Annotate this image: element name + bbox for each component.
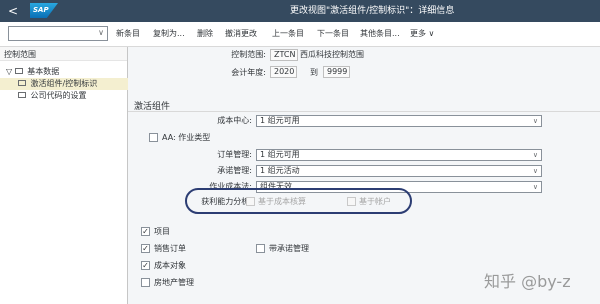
more-menu-button[interactable]: 更多 ∨ [410, 28, 434, 39]
profitability-analysis-label: 获利能力分析: [201, 197, 252, 206]
fiscal-year-label: 会计年度: [231, 68, 266, 77]
check-icon: ✓ [142, 261, 149, 270]
project-checkbox[interactable]: ✓ [141, 227, 150, 236]
delete-button[interactable]: 删除 [197, 28, 213, 39]
chevron-down-icon: ∨ [532, 167, 538, 175]
order-management-value: 1 组元可用 [260, 150, 300, 159]
check-icon: ✓ [142, 244, 149, 253]
cost-center-label: 成本中心: [217, 116, 252, 125]
tree-item-label: 公司代码的设置 [30, 91, 87, 100]
tree-item-label: 基本数据 [27, 67, 60, 76]
project-label: 项目 [154, 227, 170, 236]
controlling-area-field[interactable]: ZTCN [270, 49, 298, 61]
title-bar: < SAP 更改视图"激活组件/控制标识"：详细信息 [0, 0, 600, 22]
order-management-label: 订单管理: [217, 150, 252, 159]
tree-item-label: 激活组件/控制标识 [30, 79, 98, 88]
sales-order-label: 销售订单 [154, 244, 186, 253]
aa-activity-type-checkbox[interactable] [149, 133, 158, 142]
next-entry-button[interactable]: 下一条目 [317, 28, 349, 39]
watermark: 知乎 @by-z [484, 272, 571, 291]
section-divider [128, 111, 600, 112]
copy-as-button[interactable]: 复制为... [153, 28, 185, 39]
commitment-management-value: 1 组元活动 [260, 166, 300, 175]
controlling-area-text: 西瓜科技控制范围 [300, 50, 364, 59]
sap-logo: SAP [30, 3, 58, 18]
command-field[interactable]: ∨ [8, 26, 108, 41]
chevron-down-icon[interactable]: ∨ [98, 28, 104, 37]
with-commitment-mgmt-checkbox[interactable] [256, 244, 265, 253]
check-icon: ✓ [142, 227, 149, 236]
cost-center-dropdown[interactable]: 1 组元可用 ∨ [256, 115, 542, 127]
detail-panel: 控制范围: ZTCN 西瓜科技控制范围 会计年度: 2020 到 9999 激活… [128, 47, 600, 304]
cost-center-value: 1 组元可用 [260, 116, 300, 125]
window-title: 更改视图"激活组件/控制标识"：详细信息 [290, 6, 455, 16]
sales-order-checkbox[interactable]: ✓ [141, 244, 150, 253]
tree-item-basic-data[interactable]: ▽ 基本数据 [0, 66, 128, 78]
back-icon[interactable]: < [8, 3, 18, 19]
with-commitment-mgmt-label: 带承诺管理 [269, 244, 309, 253]
cost-object-checkbox[interactable]: ✓ [141, 261, 150, 270]
tree-header: 控制范围 [0, 47, 127, 61]
real-estate-mgmt-checkbox[interactable] [141, 278, 150, 287]
real-estate-mgmt-label: 房地产管理 [154, 278, 194, 287]
folder-icon [14, 67, 23, 74]
folder-icon [18, 79, 26, 86]
controlling-area-label: 控制范围: [231, 50, 266, 59]
costing-based-label: 基于成本核算 [258, 197, 306, 206]
order-management-dropdown[interactable]: 1 组元可用 ∨ [256, 149, 542, 161]
chevron-down-icon: ∨ [532, 183, 538, 191]
toolbar: ∨ 新条目 复制为... 删除 撤消更改 上一条目 下一条目 其他条目... 更… [0, 22, 600, 47]
fiscal-year-to-field[interactable]: 9999 [323, 66, 350, 78]
commitment-management-dropdown[interactable]: 1 组元活动 ∨ [256, 165, 542, 177]
navigation-tree: 控制范围 ▽ 基本数据 激活组件/控制标识 公司代码的设置 [0, 47, 128, 304]
aa-activity-type-label: AA: 作业类型 [162, 133, 211, 142]
cost-object-label: 成本对象 [154, 261, 186, 270]
expand-icon[interactable]: ▽ [6, 67, 12, 76]
costing-based-checkbox [246, 197, 255, 206]
undo-changes-button[interactable]: 撤消更改 [225, 28, 257, 39]
tree-item-company-code-settings[interactable]: 公司代码的设置 [0, 90, 128, 102]
chevron-down-icon: ∨ [532, 151, 538, 159]
previous-entry-button[interactable]: 上一条目 [272, 28, 304, 39]
other-entry-button[interactable]: 其他条目... [360, 28, 400, 39]
chevron-down-icon: ∨ [532, 117, 538, 125]
new-entry-button[interactable]: 新条目 [116, 28, 140, 39]
folder-icon [18, 91, 26, 98]
commitment-management-label: 承诺管理: [217, 166, 252, 175]
fiscal-year-to-label: 到 [310, 68, 318, 77]
account-based-checkbox [347, 197, 356, 206]
account-based-label: 基于帐户 [359, 197, 391, 206]
tree-item-activate-components[interactable]: 激活组件/控制标识 [0, 78, 128, 90]
